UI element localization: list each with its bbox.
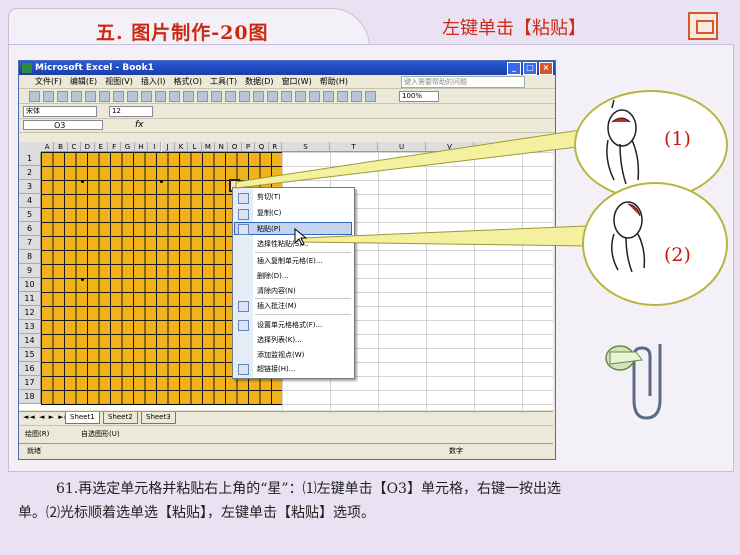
- step-label-1: (1): [664, 128, 691, 150]
- mouse-left-click-icon: [606, 100, 640, 185]
- caption-line-2: 单。⑵光标顺着选单选【粘贴】，左键单击【粘贴】选项。: [18, 505, 375, 521]
- paperclip-icon: [605, 344, 662, 420]
- cursor-arrow-icon: [294, 228, 308, 246]
- caption: 61.再选定单元格并粘贴右上角的“星”：⑴左键单击【O3】单元格，右键一按出选 …: [18, 477, 730, 525]
- caption-line-1: 61.再选定单元格并粘贴右上角的“星”：⑴左键单击【O3】单元格，右键一按出选: [56, 481, 561, 497]
- mouse-right-click-icon: [611, 201, 646, 273]
- step-label-2: (2): [664, 244, 691, 266]
- callout-lines: [235, 129, 591, 247]
